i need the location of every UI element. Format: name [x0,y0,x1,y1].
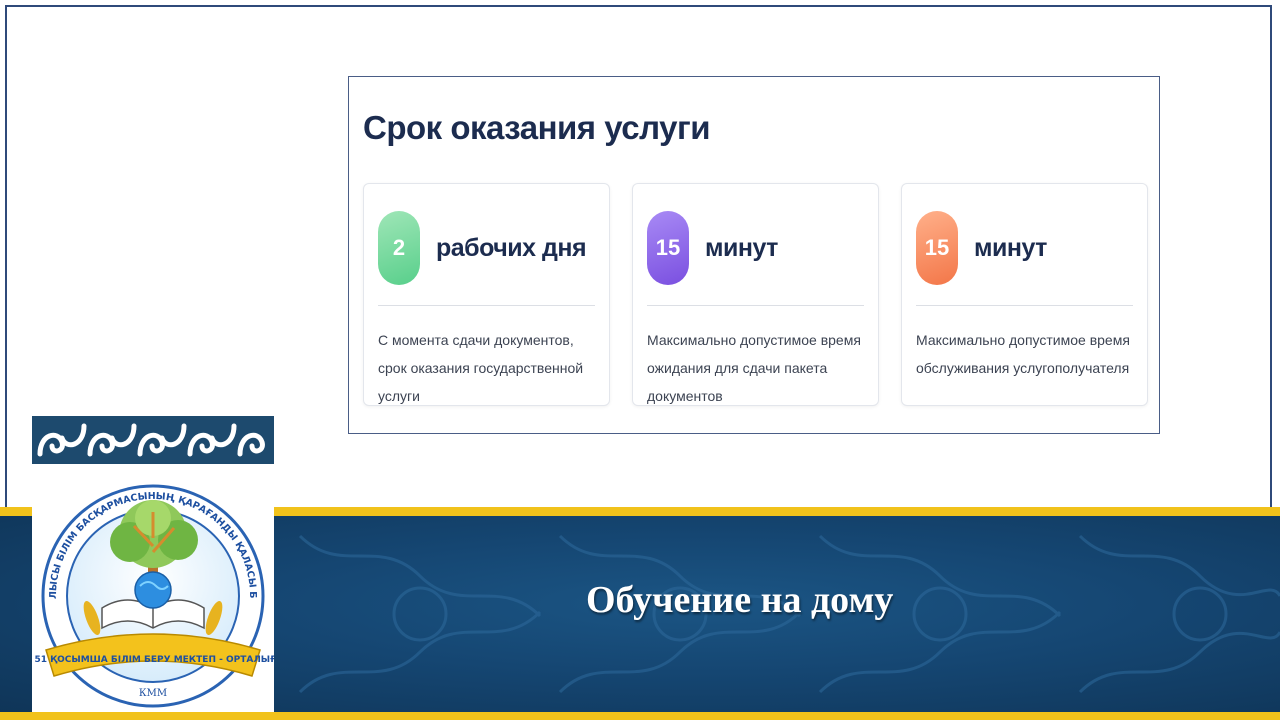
logo-bottom-text: КММ [139,688,167,699]
term-value-badge: 15 [916,211,958,285]
term-unit: минут [974,234,1047,262]
globe-icon [134,571,172,609]
service-term-title: Срок оказания услуги [363,109,711,146]
service-term-panel: Срок оказания услуги 2 рабочих дня С мом… [348,76,1160,434]
term-unit: рабочих дня [436,234,587,262]
term-description: С момента сдачи документов, срок оказани… [378,332,584,404]
card-divider [647,305,864,306]
band-gold-stripe-bottom [0,712,1280,720]
kazakh-ornament-strip [32,412,274,468]
term-card-service-time: 15 минут Максимально допустимое время об… [901,183,1148,406]
card-divider [378,305,595,306]
term-value-badge: 15 [647,211,689,285]
logo-ribbon-text: № 51 ҚОСЫМША БІЛІМ БЕРУ МЕКТЕП - ОРТАЛЫҒ… [32,655,274,665]
footer-title: Обучение на дому [586,579,894,621]
term-unit: минут [705,234,778,262]
term-card-waiting-time: 15 минут Максимально допустимое время ож… [632,183,879,406]
term-description: Максимально допустимое время обслуживани… [916,332,1130,376]
term-card-working-days: 2 рабочих дня С момента сдачи документов… [363,183,610,406]
term-value-badge: 2 [378,211,420,285]
school-logo: ҚАРАҒАНДЫ ОБЛЫСЫ БІЛІМ БАСҚАРМАСЫНЫҢ ҚАР… [32,468,274,712]
card-divider [916,305,1133,306]
term-description: Максимально допустимое время ожидания дл… [647,332,861,404]
